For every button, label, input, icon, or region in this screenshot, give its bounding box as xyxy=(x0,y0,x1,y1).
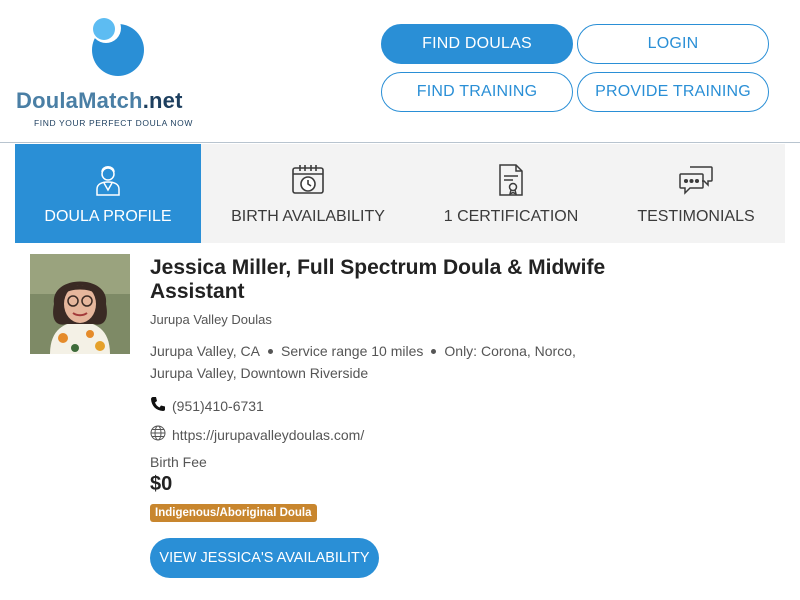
phone-icon xyxy=(150,396,166,415)
location-info: Jurupa Valley, CA Service range 10 miles O… xyxy=(150,340,620,384)
chat-bubbles-icon xyxy=(678,162,714,198)
tab-testimonials[interactable]: TESTIMONIALS xyxy=(607,144,785,243)
globe-icon xyxy=(150,425,166,444)
birth-fee-label: Birth Fee xyxy=(150,454,207,470)
tab-label: TESTIMONIALS xyxy=(637,208,755,225)
website-link[interactable]: https://jurupavalleydoulas.com/ xyxy=(172,427,364,443)
birth-fee-value: $0 xyxy=(150,473,173,495)
logo-tagline: FIND YOUR PERFECT DOULA NOW xyxy=(34,118,193,128)
site-header: DoulaMatch.net FIND YOUR PERFECT DOULA N… xyxy=(0,0,800,143)
doula-name: Jessica Miller, Full Spectrum Doula & Mi… xyxy=(150,256,606,303)
logo-wordmark: DoulaMatch.net xyxy=(16,88,183,113)
tab-label: 1 CERTIFICATION xyxy=(443,208,579,225)
doulamatch-logo[interactable]: DoulaMatch.net FIND YOUR PERFECT DOULA N… xyxy=(16,10,222,132)
provide-training-button[interactable]: PROVIDE TRAINING xyxy=(577,72,769,112)
logo-mark-icon xyxy=(91,13,144,76)
website-row[interactable]: https://jurupavalleydoulas.com/ xyxy=(150,425,364,444)
specialty-badge: Indigenous/Aboriginal Doula xyxy=(150,504,317,522)
separator-dot xyxy=(267,348,273,354)
service-range: Service range 10 miles xyxy=(280,343,424,359)
find-training-button[interactable]: FIND TRAINING xyxy=(381,72,573,112)
tab-label: BIRTH AVAILABILITY xyxy=(231,208,385,225)
profile-photo xyxy=(30,254,130,354)
person-icon xyxy=(94,162,122,198)
separator-dot xyxy=(431,348,437,354)
profile-tabs: DOULA PROFILE BIRTH AVAILABILITY 1 CERTI… xyxy=(15,144,785,243)
login-button[interactable]: LOGIN xyxy=(577,24,769,64)
tab-certification[interactable]: 1 CERTIFICATION xyxy=(415,144,607,243)
phone-row[interactable]: (951)410-6731 xyxy=(150,396,264,415)
find-doulas-button[interactable]: FIND DOULAS xyxy=(381,24,573,64)
certificate-icon xyxy=(497,162,525,198)
phone-number[interactable]: (951)410-6731 xyxy=(172,398,264,414)
tab-doula-profile[interactable]: DOULA PROFILE xyxy=(15,144,201,243)
tab-birth-availability[interactable]: BIRTH AVAILABILITY xyxy=(201,144,415,243)
view-availability-button[interactable]: VIEW JESSICA'S AVAILABILITY xyxy=(150,538,379,578)
agency-name: Jurupa Valley Doulas xyxy=(150,312,272,327)
city: Jurupa Valley, CA xyxy=(150,343,260,359)
tab-label: DOULA PROFILE xyxy=(44,208,172,225)
calendar-clock-icon xyxy=(291,162,325,198)
